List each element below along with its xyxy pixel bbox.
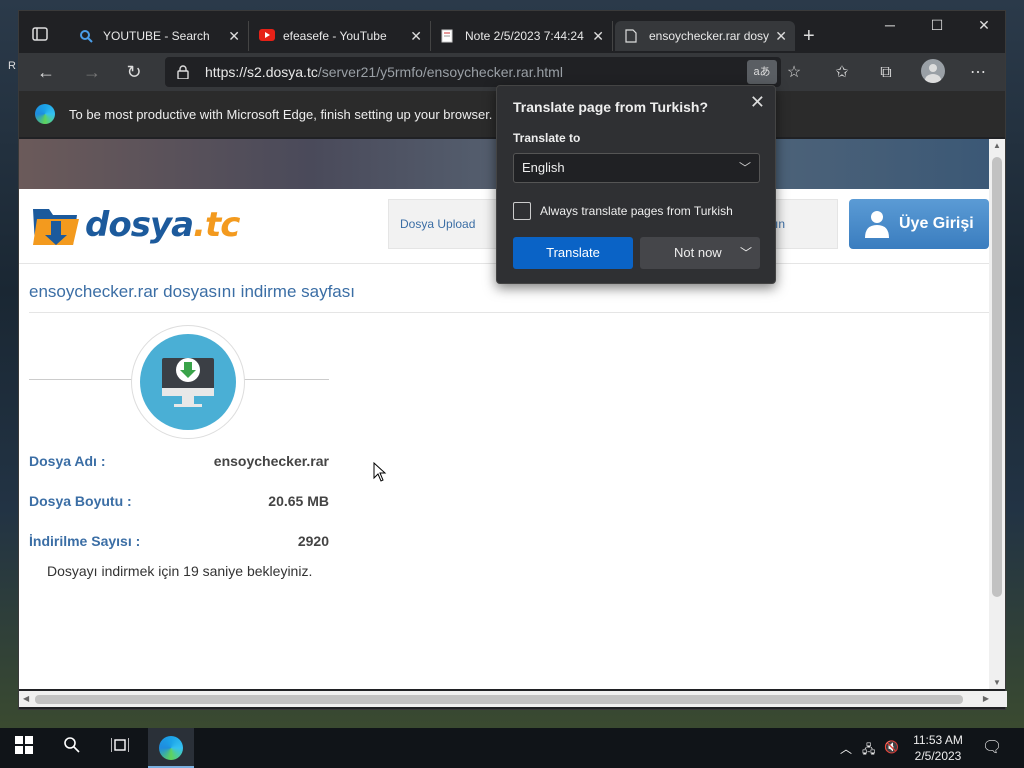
download-graphic: [131, 325, 245, 439]
tray-chevron-icon[interactable]: ︿: [840, 740, 852, 757]
file-name-value: ensoychecker.rar: [213, 453, 329, 469]
translate-icon[interactable]: aあ: [747, 60, 777, 84]
tab-youtube-video[interactable]: efeasefe - YouTube ✕: [249, 21, 431, 51]
forward-icon[interactable]: →: [81, 61, 103, 83]
translate-button[interactable]: Translate: [513, 237, 633, 269]
window-close-icon[interactable]: ✕: [961, 17, 1007, 34]
minimize-icon[interactable]: ─: [867, 17, 913, 33]
scroll-left-icon[interactable]: ◀: [23, 694, 29, 703]
chevron-down-icon[interactable]: ﹀: [740, 237, 752, 269]
windows-start-icon[interactable]: [12, 736, 36, 760]
task-view-icon[interactable]: [108, 736, 132, 760]
tab-youtube-search[interactable]: YOUTUBE - Search ✕: [69, 21, 249, 51]
youtube-icon: [259, 29, 275, 43]
not-now-button[interactable]: Not now ﹀: [640, 237, 760, 269]
url-text: https://s2.dosya.tc/server21/y5rmfo/enso…: [205, 64, 563, 80]
back-icon[interactable]: ←: [35, 61, 57, 83]
profile-avatar[interactable]: [921, 59, 945, 83]
translate-to-label: Translate to: [513, 131, 581, 145]
horizontal-scroll-thumb[interactable]: [35, 695, 963, 704]
tab-actions-icon[interactable]: [31, 25, 51, 45]
tab-title: ensoychecker.rar dosyası: [649, 29, 769, 43]
notifications-icon[interactable]: 🗨: [982, 737, 1002, 757]
countdown-text: Dosyayı indirmek için 19 saniye bekleyin…: [47, 563, 313, 579]
collections-icon[interactable]: ⧉: [875, 62, 897, 84]
note-icon: [441, 29, 455, 43]
clock-time: 11:53 AM: [913, 733, 963, 747]
nav-dosya-upload[interactable]: Dosya Upload: [400, 217, 475, 231]
login-label: Üye Girişi: [899, 215, 974, 232]
tab-note[interactable]: Note 2/5/2023 7:44:24 ✕: [431, 21, 613, 51]
popup-title: Translate page from Turkish?: [513, 99, 709, 115]
always-translate-checkbox[interactable]: [513, 202, 531, 220]
tab-title: YOUTUBE - Search: [103, 29, 210, 43]
downloads-value: 2920: [297, 533, 329, 549]
horizontal-scrollbar[interactable]: ◀ ▶: [19, 691, 1007, 707]
refresh-icon[interactable]: ↻: [123, 61, 145, 83]
vertical-scrollbar[interactable]: ▲ ▼: [989, 139, 1005, 689]
maximize-icon[interactable]: ☐: [914, 17, 960, 34]
taskbar: ︿ 🖧 🔇 11:53 AM 2/5/2023 🗨: [0, 728, 1024, 768]
url-host: https://s2.dosya.tc: [205, 64, 318, 80]
divider: [29, 312, 989, 313]
desktop-text: R: [8, 60, 16, 72]
vertical-scroll-thumb[interactable]: [992, 157, 1002, 597]
downloads-row: İndirilme Sayısı : 2920: [29, 533, 329, 553]
new-tab-icon[interactable]: +: [803, 25, 815, 48]
login-button[interactable]: Üye Girişi: [849, 199, 989, 249]
close-icon[interactable]: ✕: [410, 28, 422, 45]
folder-logo-icon: [31, 201, 81, 249]
address-bar[interactable]: https://s2.dosya.tc/server21/y5rmfo/enso…: [165, 57, 781, 87]
chevron-down-icon: ﹀: [738, 161, 751, 175]
edge-icon: [159, 736, 183, 760]
tab-ensoychecker[interactable]: ensoychecker.rar dosyası ✕: [615, 21, 795, 51]
file-name-label: Dosya Adı :: [29, 453, 106, 469]
mouse-cursor-icon: [373, 462, 387, 482]
logo-text: dosya.tc: [85, 205, 240, 245]
infobar-text: To be most productive with Microsoft Edg…: [69, 106, 493, 122]
system-clock[interactable]: 11:53 AM 2/5/2023: [904, 732, 972, 764]
page-title: ensoychecker.rar dosyasını indirme sayfa…: [29, 282, 355, 301]
close-icon[interactable]: ✕: [750, 92, 765, 113]
search-icon: [79, 29, 93, 43]
site-logo[interactable]: dosya.tc: [31, 201, 240, 249]
tab-title: Note 2/5/2023 7:44:24: [465, 29, 584, 43]
favorites-icon[interactable]: ✩: [831, 62, 853, 84]
close-icon[interactable]: ✕: [775, 28, 787, 45]
downloads-label: İndirilme Sayısı :: [29, 533, 141, 549]
translate-popup: Translate page from Turkish? ✕ Translate…: [496, 85, 776, 284]
close-icon[interactable]: ✕: [592, 28, 604, 45]
page-icon: [625, 29, 639, 43]
file-size-value: 20.65 MB: [268, 493, 329, 509]
download-icon: [140, 334, 236, 430]
network-icon[interactable]: 🖧: [862, 740, 875, 761]
file-size-row: Dosya Boyutu : 20.65 MB: [29, 493, 329, 513]
scroll-up-icon[interactable]: ▲: [993, 141, 1001, 150]
url-path: /server21/y5rmfo/ensoychecker.rar.html: [317, 64, 563, 80]
more-menu-icon[interactable]: ⋯: [967, 62, 989, 84]
scroll-down-icon[interactable]: ▼: [993, 678, 1001, 687]
language-value: English: [522, 160, 565, 175]
add-favorite-icon[interactable]: ☆: [783, 62, 805, 84]
always-translate-label: Always translate pages from Turkish: [540, 204, 733, 218]
edge-taskbar-button[interactable]: [148, 728, 194, 768]
tab-bar: YOUTUBE - Search ✕ efeasefe - YouTube ✕ …: [19, 11, 1005, 53]
close-icon[interactable]: ✕: [228, 28, 240, 45]
scroll-right-icon[interactable]: ▶: [983, 694, 989, 703]
user-icon: [865, 211, 889, 238]
not-now-label: Not now: [674, 245, 722, 260]
clock-date: 2/5/2023: [914, 749, 962, 763]
search-icon[interactable]: [60, 736, 84, 760]
file-name-row: Dosya Adı : ensoychecker.rar: [29, 453, 329, 473]
language-select[interactable]: English ﹀: [513, 153, 760, 183]
volume-muted-icon[interactable]: 🔇: [884, 740, 899, 754]
lock-icon: [177, 65, 189, 79]
edge-icon: [35, 104, 55, 124]
file-size-label: Dosya Boyutu :: [29, 493, 132, 509]
tab-title: efeasefe - YouTube: [283, 29, 387, 43]
